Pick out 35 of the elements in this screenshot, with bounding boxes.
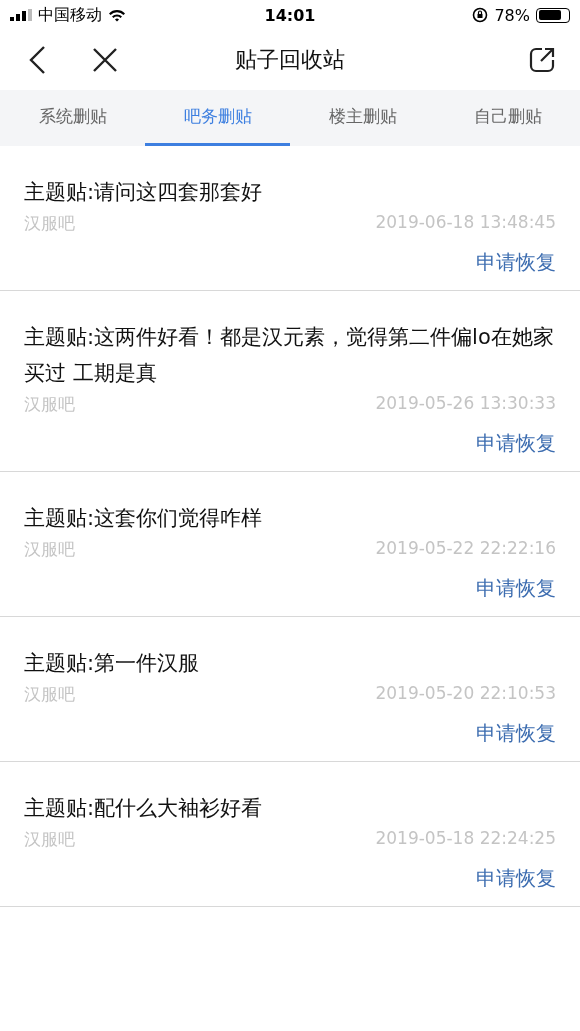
wifi-icon <box>108 8 126 22</box>
post-time: 2019-06-18 13:48:45 <box>375 212 556 234</box>
forum-name: 汉服吧 <box>24 828 75 851</box>
back-icon[interactable] <box>28 45 46 75</box>
signal-icon <box>10 9 32 21</box>
restore-button[interactable]: 申请恢复 <box>476 430 556 457</box>
post-time: 2019-05-18 22:24:25 <box>375 828 556 850</box>
post-title[interactable]: 主题贴:请问这四套那套好 <box>24 174 556 210</box>
forum-name: 汉服吧 <box>24 538 75 561</box>
restore-button[interactable]: 申请恢复 <box>476 865 556 892</box>
post-title[interactable]: 主题贴:配什么大袖衫好看 <box>24 790 556 826</box>
rotation-lock-icon <box>472 7 489 23</box>
close-icon[interactable] <box>92 47 118 73</box>
tab[interactable]: 吧务删贴 <box>145 90 290 146</box>
forum-name: 汉服吧 <box>24 212 75 235</box>
status-time: 14:01 <box>264 5 316 25</box>
tab[interactable]: 自己删贴 <box>435 90 580 146</box>
forum-name: 汉服吧 <box>24 393 75 416</box>
battery-percent: 78% <box>494 5 530 25</box>
post-time: 2019-05-26 13:30:33 <box>375 393 556 415</box>
restore-button[interactable]: 申请恢复 <box>476 720 556 747</box>
tab[interactable]: 楼主删贴 <box>290 90 435 146</box>
share-icon[interactable] <box>528 46 556 74</box>
carrier-name: 中国移动 <box>38 4 102 26</box>
battery-icon <box>536 7 570 23</box>
post-title[interactable]: 主题贴:这套你们觉得咋样 <box>24 500 556 536</box>
post-time: 2019-05-20 22:10:53 <box>375 683 556 705</box>
tab[interactable]: 系统删贴 <box>0 90 145 146</box>
forum-name: 汉服吧 <box>24 683 75 706</box>
page-title: 贴子回收站 <box>235 46 345 74</box>
restore-button[interactable]: 申请恢复 <box>476 575 556 602</box>
post-time: 2019-05-22 22:22:16 <box>375 538 556 560</box>
post-title[interactable]: 主题贴:这两件好看！都是汉元素，觉得第二件偏lo在她家买过 工期是真 <box>24 319 556 391</box>
post-title[interactable]: 主题贴:第一件汉服 <box>24 645 556 681</box>
restore-button[interactable]: 申请恢复 <box>476 249 556 276</box>
